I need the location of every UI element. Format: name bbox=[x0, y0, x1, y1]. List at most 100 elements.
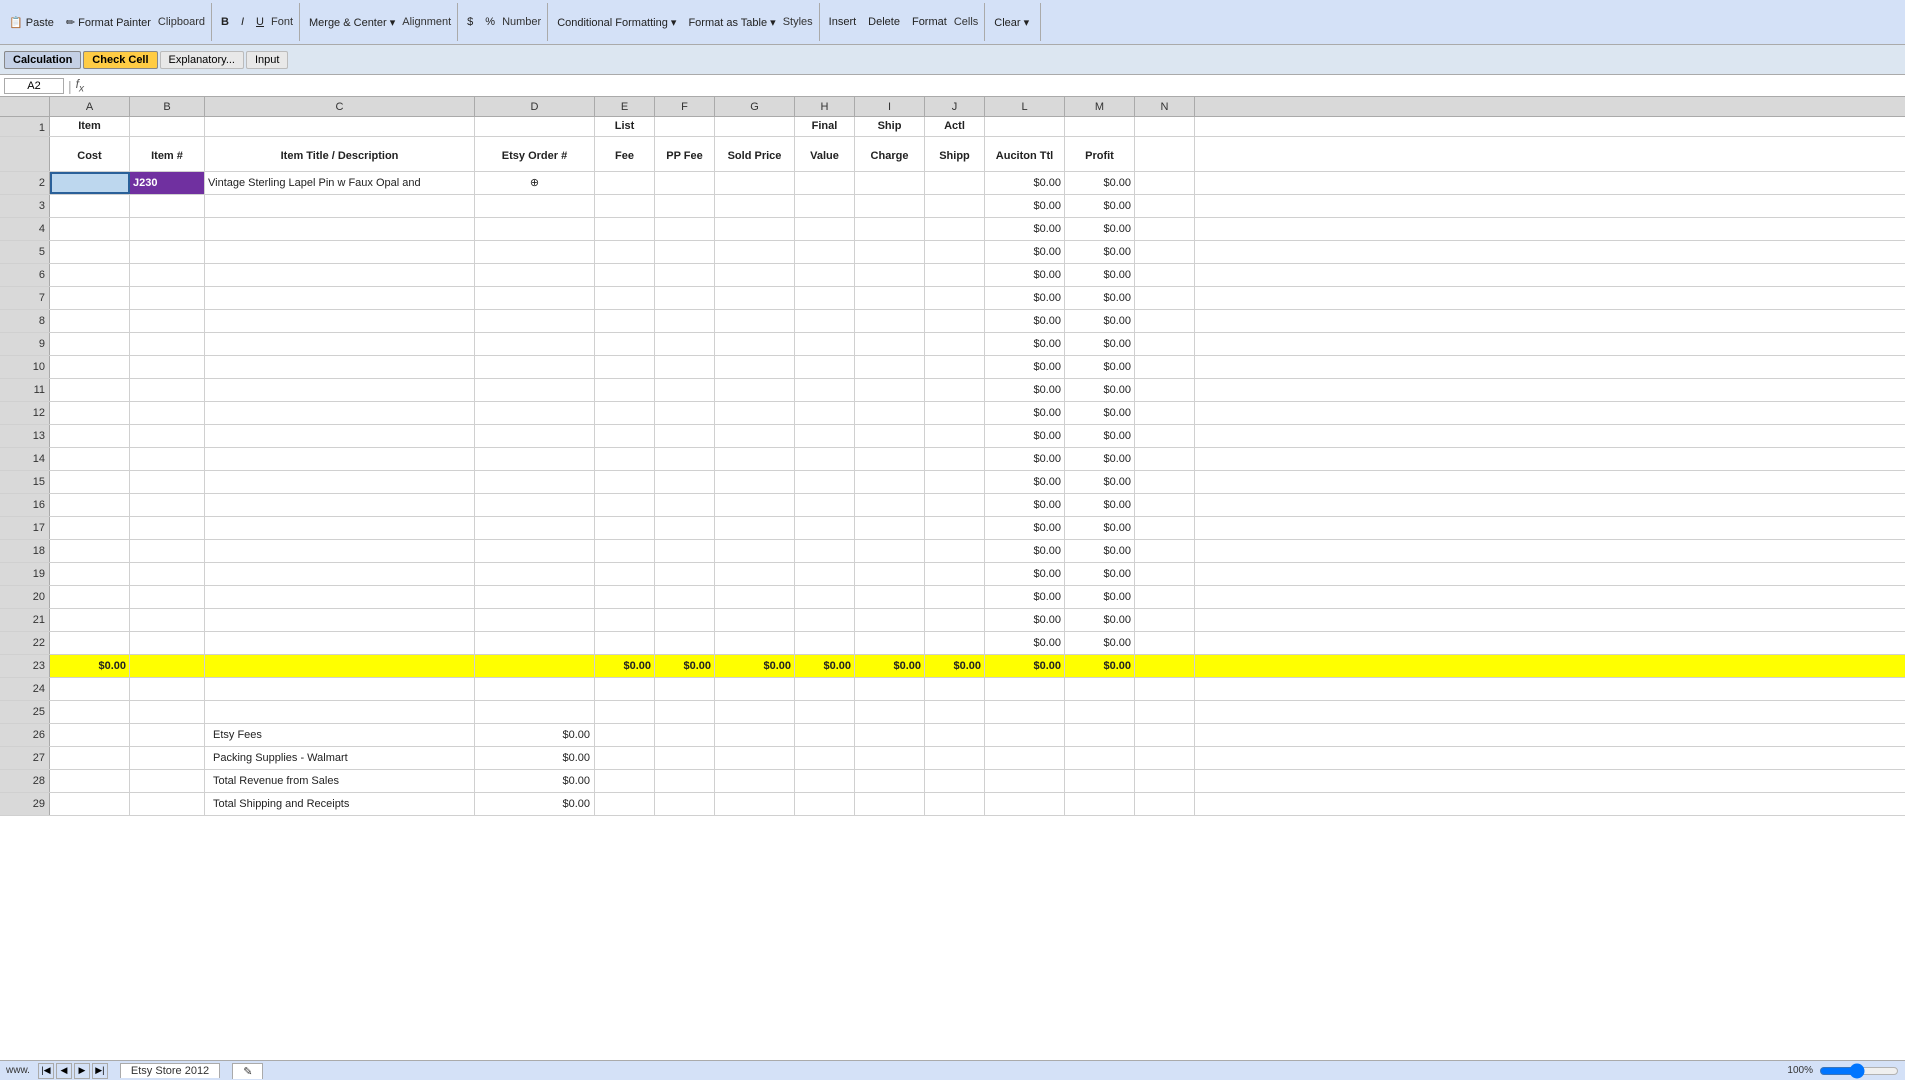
header-pp-fee[interactable]: PP Fee bbox=[655, 137, 715, 171]
total-D[interactable] bbox=[475, 655, 595, 677]
merge-center-button[interactable]: Merge & Center ▾ bbox=[304, 13, 400, 32]
header-blank-F[interactable] bbox=[655, 117, 715, 136]
zoom-slider[interactable] bbox=[1819, 1063, 1899, 1079]
etsy-fees-value[interactable] bbox=[475, 701, 595, 723]
total-N[interactable] bbox=[1135, 655, 1195, 677]
cell-J4[interactable] bbox=[925, 218, 985, 240]
packing-supplies-value[interactable]: $0.00 bbox=[475, 724, 595, 746]
col-header-E[interactable]: E bbox=[595, 97, 655, 116]
col-header-H[interactable]: H bbox=[795, 97, 855, 116]
col-header-C[interactable]: C bbox=[205, 97, 475, 116]
sheet-tab-add[interactable]: ✎ bbox=[232, 1063, 263, 1079]
paypal-fees-value[interactable]: $0.00 bbox=[475, 793, 595, 815]
conditional-formatting-button[interactable]: Conditional Formatting ▾ bbox=[552, 13, 681, 32]
header-profit[interactable]: Profit bbox=[1065, 137, 1135, 171]
paste-button[interactable]: 📋 Paste bbox=[4, 13, 59, 32]
header-sold-price[interactable]: Sold Price bbox=[715, 137, 795, 171]
total-A[interactable]: $0.00 bbox=[50, 655, 130, 677]
cell-M4[interactable]: $0.00 bbox=[1065, 218, 1135, 240]
header-blank-C[interactable] bbox=[205, 117, 475, 136]
header-cost[interactable]: Cost bbox=[50, 137, 130, 171]
header-shipp[interactable]: Shipp bbox=[925, 137, 985, 171]
clear-button[interactable]: Clear ▾ bbox=[989, 13, 1034, 32]
header-auction-ttl[interactable]: Auciton Ttl bbox=[985, 137, 1065, 171]
cell-A2[interactable] bbox=[50, 172, 130, 194]
cell-A3[interactable] bbox=[50, 195, 130, 217]
header-item-label[interactable]: Item bbox=[50, 117, 130, 136]
header-fee[interactable]: Fee bbox=[595, 137, 655, 171]
total-revenue-value[interactable]: $0.00 bbox=[475, 747, 595, 769]
col-header-L[interactable]: L bbox=[985, 97, 1065, 116]
cell-L3[interactable]: $0.00 bbox=[985, 195, 1065, 217]
sheet-navigation[interactable]: |◀ ◀ ▶ ▶| bbox=[38, 1063, 108, 1079]
cell-B3[interactable] bbox=[130, 195, 205, 217]
header-final-label[interactable]: Final bbox=[795, 117, 855, 136]
sheet-nav-last[interactable]: ▶| bbox=[92, 1063, 108, 1079]
cell-L2[interactable]: $0.00 bbox=[985, 172, 1065, 194]
italic-button[interactable]: I bbox=[236, 13, 249, 31]
cell-E4[interactable] bbox=[595, 218, 655, 240]
sheet-tab[interactable]: Etsy Store 2012 bbox=[120, 1063, 220, 1078]
col-header-J[interactable]: J bbox=[925, 97, 985, 116]
col-header-I[interactable]: I bbox=[855, 97, 925, 116]
cell-B4[interactable] bbox=[130, 218, 205, 240]
header-value[interactable]: Value bbox=[795, 137, 855, 171]
percent-button[interactable]: % bbox=[480, 13, 500, 31]
header-list-label[interactable]: List bbox=[595, 117, 655, 136]
sheet-nav-next[interactable]: ▶ bbox=[74, 1063, 90, 1079]
cell-M2[interactable]: $0.00 bbox=[1065, 172, 1135, 194]
header-item-num[interactable]: Item # bbox=[130, 137, 205, 171]
total-E[interactable]: $0.00 bbox=[595, 655, 655, 677]
cell-H4[interactable] bbox=[795, 218, 855, 240]
format-painter-button[interactable]: ✏ Format Painter bbox=[61, 13, 156, 32]
cell-M3[interactable]: $0.00 bbox=[1065, 195, 1135, 217]
header-actl-label[interactable]: Actl bbox=[925, 117, 985, 136]
explanatory-style-button[interactable]: Explanatory... bbox=[160, 51, 244, 69]
check-cell-style-button[interactable]: Check Cell bbox=[83, 51, 157, 69]
col-header-D[interactable]: D bbox=[475, 97, 595, 116]
total-M[interactable]: $0.00 bbox=[1065, 655, 1135, 677]
total-C[interactable] bbox=[205, 655, 475, 677]
col-header-F[interactable]: F bbox=[655, 97, 715, 116]
header-blank-L[interactable] bbox=[985, 117, 1065, 136]
calculation-style-button[interactable]: Calculation bbox=[4, 51, 81, 69]
bold-button[interactable]: B bbox=[216, 13, 234, 31]
sheet-nav-prev[interactable]: ◀ bbox=[56, 1063, 72, 1079]
header-charge[interactable]: Charge bbox=[855, 137, 925, 171]
cell-G4[interactable] bbox=[715, 218, 795, 240]
cell-C4[interactable] bbox=[205, 218, 475, 240]
header-blank-G[interactable] bbox=[715, 117, 795, 136]
input-style-button[interactable]: Input bbox=[246, 51, 288, 69]
cell-J3[interactable] bbox=[925, 195, 985, 217]
header-item-title[interactable]: Item Title / Description bbox=[205, 137, 475, 171]
cell-F2[interactable] bbox=[655, 172, 715, 194]
cell-F3[interactable] bbox=[655, 195, 715, 217]
cell-N2[interactable] bbox=[1135, 172, 1195, 194]
cell-C3[interactable] bbox=[205, 195, 475, 217]
format-button[interactable]: Format bbox=[907, 13, 952, 31]
header-blank-D[interactable] bbox=[475, 117, 595, 136]
sheet-nav-first[interactable]: |◀ bbox=[38, 1063, 54, 1079]
insert-button[interactable]: Insert bbox=[824, 13, 862, 31]
total-L[interactable]: $0.00 bbox=[985, 655, 1065, 677]
col-header-G[interactable]: G bbox=[715, 97, 795, 116]
cell-I2[interactable] bbox=[855, 172, 925, 194]
col-header-A[interactable]: A bbox=[50, 97, 130, 116]
cell-H3[interactable] bbox=[795, 195, 855, 217]
header-etsy-order[interactable]: Etsy Order # bbox=[475, 137, 595, 171]
header-ship-label[interactable]: Ship bbox=[855, 117, 925, 136]
total-shipping-value[interactable]: $0.00 bbox=[475, 770, 595, 792]
cell-G2[interactable] bbox=[715, 172, 795, 194]
cell-E2[interactable] bbox=[595, 172, 655, 194]
header-blank-M[interactable] bbox=[1065, 117, 1135, 136]
col-header-N[interactable]: N bbox=[1135, 97, 1195, 116]
col-header-B[interactable]: B bbox=[130, 97, 205, 116]
total-J[interactable]: $0.00 bbox=[925, 655, 985, 677]
delete-button[interactable]: Delete bbox=[863, 13, 905, 31]
cell-D3[interactable] bbox=[475, 195, 595, 217]
total-F[interactable]: $0.00 bbox=[655, 655, 715, 677]
col-header-M[interactable]: M bbox=[1065, 97, 1135, 116]
total-B[interactable] bbox=[130, 655, 205, 677]
cell-A4[interactable] bbox=[50, 218, 130, 240]
cell-reference-box[interactable]: A2 bbox=[4, 78, 64, 94]
